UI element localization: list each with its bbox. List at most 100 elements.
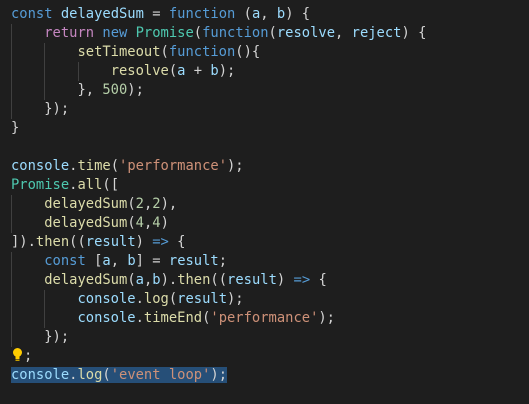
indent-guide [78, 62, 79, 81]
code-token: }); [11, 101, 70, 117]
code-token: , [143, 196, 153, 212]
code-token: 500 [102, 82, 128, 98]
code-line[interactable]: delayedSum(a,b).then((result) => { [0, 271, 529, 290]
code-token: result [177, 291, 227, 307]
code-line-text: }); [11, 101, 69, 117]
code-token: 'performance' [119, 158, 227, 174]
code-token: time [77, 158, 111, 174]
code-line-text: console.log('event loop'); [11, 367, 228, 383]
code-token: [ [85, 253, 103, 269]
code-token: function [168, 44, 236, 60]
code-line[interactable]: setTimeout(function(){ [0, 43, 529, 62]
code-line[interactable]: ]).then((result) => { [0, 233, 529, 252]
code-token: console [11, 158, 70, 174]
code-token: b [152, 272, 161, 288]
code-token: a [251, 6, 261, 22]
code-token: delayedSum [44, 215, 128, 231]
indent-guide [11, 100, 12, 119]
code-line[interactable]: } [0, 119, 529, 138]
code-token: console [77, 291, 136, 307]
code-line[interactable] [0, 138, 529, 157]
code-token: resolve [110, 63, 169, 79]
code-token: ); [227, 158, 244, 174]
code-token: new [102, 25, 128, 41]
lightbulb-icon[interactable] [11, 347, 24, 362]
code-line[interactable]: delayedSum(4,4) [0, 214, 529, 233]
code-token: ) { [401, 25, 427, 41]
indent-guide [11, 24, 12, 43]
code-line-text: } [11, 120, 19, 136]
code-token: b [276, 6, 286, 22]
code-token: ); [127, 82, 144, 98]
code-line[interactable]: console.time('performance'); [0, 157, 529, 176]
code-line[interactable]: }); [0, 100, 529, 119]
code-line[interactable]: console.timeEnd('performance'); [0, 309, 529, 328]
code-token: console [11, 367, 70, 383]
code-token: (){ [235, 44, 261, 60]
code-token: => [152, 234, 169, 250]
code-line-text: Promise.all([ [11, 177, 119, 193]
code-line[interactable]: return new Promise(function(resolve, rej… [0, 24, 529, 43]
code-token: delayedSum [44, 272, 128, 288]
code-line-text: setTimeout(function(){ [11, 44, 260, 60]
code-token: ). [160, 272, 178, 288]
code-token: const [44, 253, 86, 269]
code-line-text: delayedSum(a,b).then((result) => { [11, 272, 327, 288]
code-token: ( [127, 215, 136, 231]
code-line[interactable]: console.log('event loop'); [0, 366, 529, 385]
code-token: ); [318, 310, 335, 326]
code-token: result [168, 253, 219, 269]
code-token: then [177, 272, 211, 288]
code-token: ; [24, 348, 33, 364]
code-line[interactable]: console.log(result); [0, 290, 529, 309]
code-token: log [77, 367, 103, 383]
code-token: function [168, 6, 236, 22]
code-line-text: return new Promise(function(resolve, rej… [11, 25, 426, 41]
code-token: { [310, 272, 327, 288]
code-line[interactable]: delayedSum(2,2), [0, 195, 529, 214]
indent-guide [44, 309, 45, 328]
code-token: return [44, 25, 95, 41]
code-line-text: delayedSum(2,2), [11, 196, 177, 212]
code-line-text: });; [11, 348, 32, 364]
code-token: 'performance' [210, 310, 319, 326]
code-token: timeEnd [143, 310, 203, 326]
code-token: . [135, 291, 144, 307]
code-line[interactable]: const delayedSum = function (a, b) { [0, 5, 529, 24]
code-line[interactable]: });; [0, 347, 529, 366]
code-token: result [227, 272, 277, 288]
code-line[interactable]: }); [0, 328, 529, 347]
code-token: delayedSum [60, 6, 144, 22]
code-editor[interactable]: const delayedSum = function (a, b) { ret… [0, 0, 529, 404]
code-token: { [168, 234, 186, 250]
code-line[interactable]: resolve(a + b); [0, 62, 529, 81]
code-line-text: const delayedSum = function (a, b) { [11, 6, 310, 22]
code-line[interactable]: }, 500); [0, 81, 529, 100]
code-line[interactable]: Promise.all([ [0, 176, 529, 195]
code-line[interactable]: const [a, b] = result; [0, 252, 529, 271]
code-token: delayedSum [44, 196, 128, 212]
code-token: a [102, 253, 111, 269]
code-token: } [11, 120, 20, 136]
indent-guide [44, 43, 45, 62]
indent-guide [44, 290, 45, 309]
indent-guide [44, 62, 45, 81]
code-line-text: console.time('performance'); [11, 158, 244, 174]
code-token: ( [168, 291, 178, 307]
code-token: log [143, 291, 169, 307]
code-token: b [210, 63, 219, 79]
code-token: ; [218, 253, 228, 269]
code-token: + [185, 63, 211, 79]
code-token: }); [11, 329, 70, 345]
code-token: ( [168, 63, 178, 79]
indent-guide [11, 43, 12, 62]
code-token: 4 [135, 215, 144, 231]
code-token: => [293, 272, 311, 288]
code-token: ( [102, 367, 111, 383]
